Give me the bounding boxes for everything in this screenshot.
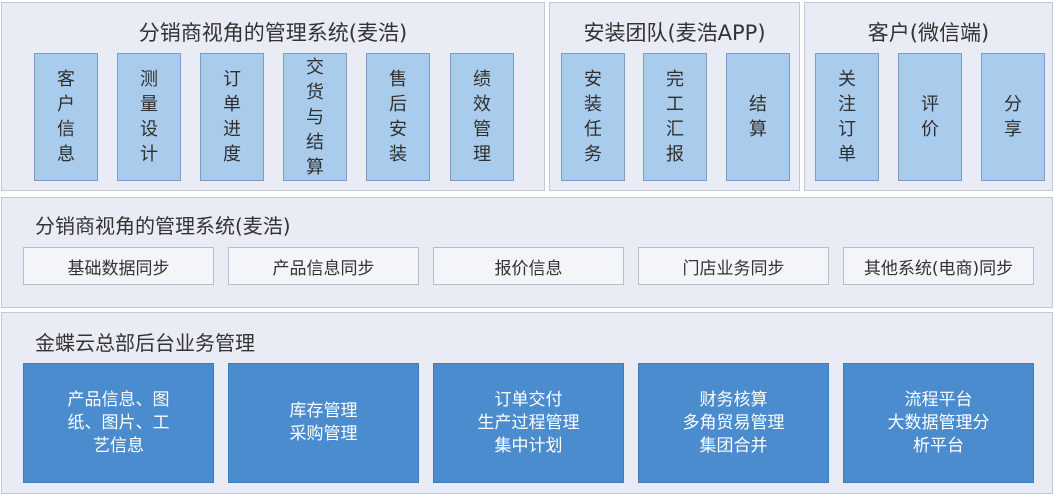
customer-panel: 客户(微信端) 关注订单 评价 分享 [804, 2, 1053, 191]
sync-base-data[interactable]: 基础数据同步 [23, 247, 214, 285]
module-after-sales-install[interactable]: 售后安装 [366, 53, 430, 181]
module-label: 测量设计 [140, 69, 158, 165]
backend-item-label: 订单交付 生产过程管理 集中计划 [477, 389, 580, 456]
module-performance-mgmt[interactable]: 绩效管理 [450, 53, 514, 181]
sync-panel: 分销商视角的管理系统(麦浩) 基础数据同步 产品信息同步 报价信息 门店业务同步… [1, 197, 1053, 308]
module-label: 订单进度 [223, 69, 241, 165]
module-share[interactable]: 分享 [981, 53, 1045, 181]
module-label: 绩效管理 [473, 69, 491, 165]
module-label: 安装任务 [584, 69, 602, 165]
customer-panel-title: 客户(微信端) [867, 21, 990, 45]
module-label: 售后安装 [389, 69, 407, 165]
module-label: 完工汇报 [666, 69, 684, 165]
module-label: 结算 [749, 94, 767, 140]
backend-panel: 金蝶云总部后台业务管理 产品信息、图 纸、图片、工 艺信息 库存管理 采购管理 … [1, 312, 1053, 494]
sync-other-systems[interactable]: 其他系统(电商)同步 [843, 247, 1034, 285]
module-follow-order[interactable]: 关注订单 [815, 53, 879, 181]
module-label: 分享 [1004, 94, 1022, 140]
backend-item-label: 财务核算 多角贸易管理 集团合并 [682, 389, 785, 456]
backend-item-label: 流程平台 大数据管理分 析平台 [887, 389, 990, 456]
module-review[interactable]: 评价 [898, 53, 962, 181]
sync-store-business[interactable]: 门店业务同步 [638, 247, 829, 285]
backend-product-info[interactable]: 产品信息、图 纸、图片、工 艺信息 [23, 363, 214, 483]
module-label: 客户信息 [57, 69, 75, 165]
install-team-panel-title: 安装团队(麦浩APP) [583, 21, 766, 45]
backend-item-label: 产品信息、图 纸、图片、工 艺信息 [67, 389, 170, 456]
module-install-task[interactable]: 安装任务 [561, 53, 625, 181]
module-delivery-settlement[interactable]: 交货与结算 [283, 53, 347, 181]
backend-workflow-bigdata[interactable]: 流程平台 大数据管理分 析平台 [843, 363, 1034, 483]
distributor-panel-title: 分销商视角的管理系统(麦浩) [138, 21, 408, 45]
module-settlement[interactable]: 结算 [726, 53, 790, 181]
module-measure-design[interactable]: 测量设计 [117, 53, 181, 181]
module-label: 交货与结算 [306, 56, 324, 178]
module-label: 关注订单 [838, 69, 856, 165]
module-order-progress[interactable]: 订单进度 [200, 53, 264, 181]
sync-quote-info[interactable]: 报价信息 [433, 247, 624, 285]
install-team-panel: 安装团队(麦浩APP) 安装任务 完工汇报 结算 [549, 2, 800, 191]
sync-product-info[interactable]: 产品信息同步 [228, 247, 419, 285]
backend-inventory-purchase[interactable]: 库存管理 采购管理 [228, 363, 419, 483]
distributor-panel: 分销商视角的管理系统(麦浩) 客户信息 测量设计 订单进度 交货与结算 售后安装… [1, 2, 545, 191]
module-completion-report[interactable]: 完工汇报 [643, 53, 707, 181]
backend-finance[interactable]: 财务核算 多角贸易管理 集团合并 [638, 363, 829, 483]
backend-panel-title: 金蝶云总部后台业务管理 [35, 331, 255, 355]
module-label: 评价 [921, 94, 939, 140]
backend-item-label: 库存管理 采购管理 [289, 401, 358, 444]
sync-panel-title: 分销商视角的管理系统(麦浩) [35, 214, 291, 238]
backend-order-production[interactable]: 订单交付 生产过程管理 集中计划 [433, 363, 624, 483]
module-customer-info[interactable]: 客户信息 [34, 53, 98, 181]
